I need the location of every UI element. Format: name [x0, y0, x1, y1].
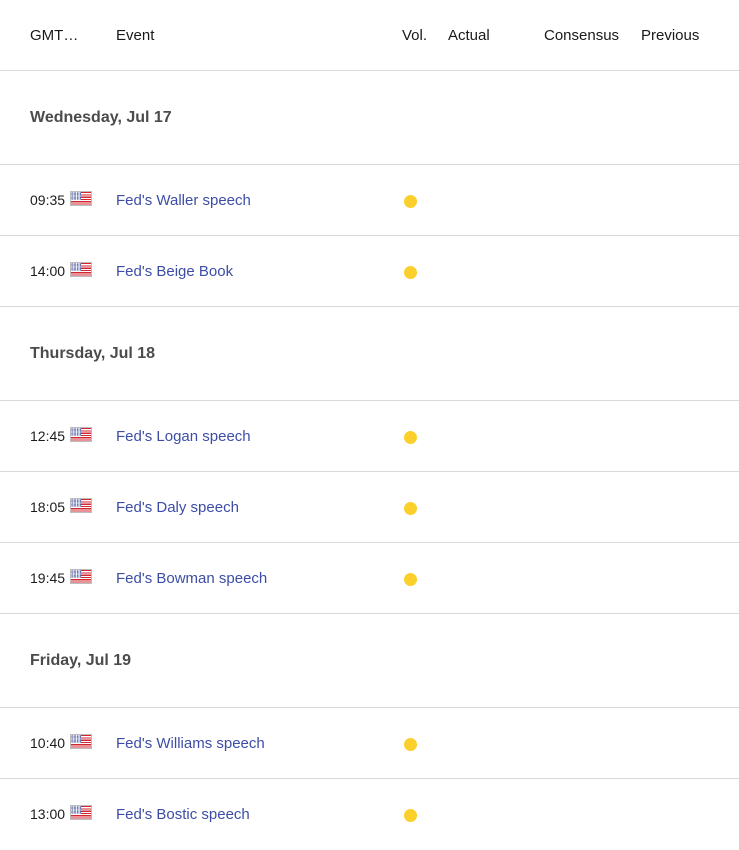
column-header-actual[interactable]: Actual: [448, 26, 490, 45]
event-time: 19:45: [30, 570, 66, 586]
date-group-header: Thursday, Jul 18: [0, 307, 739, 401]
column-header-event[interactable]: Event: [116, 26, 154, 45]
calendar-body: Wednesday, Jul 17 09:35 Fed's Waller speec…: [0, 71, 739, 850]
event-time: 09:35: [30, 192, 66, 208]
volatility-indicator-dot[interactable]: [404, 431, 417, 444]
volatility-indicator-dot[interactable]: [404, 195, 417, 208]
date-group-label: Friday, Jul 19: [30, 652, 132, 669]
calendar-event-row[interactable]: 18:05 Fed's Daly speech: [0, 472, 739, 543]
economic-calendar: GMT… Event Vol. Actual Consensus Previou…: [0, 0, 739, 850]
date-group-label: Thursday, Jul 18: [30, 345, 156, 362]
date-group-header: Friday, Jul 19: [0, 614, 739, 708]
event-name-link[interactable]: Fed's Waller speech: [116, 191, 251, 210]
event-time: 14:00: [30, 263, 66, 279]
calendar-event-row[interactable]: 13:00 Fed's Bostic speech: [0, 779, 739, 850]
calendar-event-row[interactable]: 09:35 Fed's Waller speech: [0, 165, 739, 236]
volatility-indicator-dot[interactable]: [404, 738, 417, 751]
us-flag-icon: [70, 427, 92, 444]
volatility-indicator-dot[interactable]: [404, 266, 417, 279]
event-name-link[interactable]: Fed's Logan speech: [116, 427, 251, 446]
event-time: 12:45: [30, 428, 66, 444]
volatility-indicator-dot[interactable]: [404, 573, 417, 586]
event-time: 18:05: [30, 499, 66, 515]
column-header-previous[interactable]: Previous: [641, 26, 699, 45]
column-header-volatility[interactable]: Vol.: [402, 26, 427, 45]
column-header-time[interactable]: GMT…: [30, 26, 78, 45]
us-flag-icon: [70, 262, 92, 279]
volatility-indicator-dot[interactable]: [404, 502, 417, 515]
us-flag-icon: [70, 569, 92, 586]
calendar-event-row[interactable]: 19:45 Fed's Bowman speech: [0, 543, 739, 614]
event-name-link[interactable]: Fed's Bostic speech: [116, 805, 250, 824]
us-flag-icon: [70, 734, 92, 751]
calendar-header-row: GMT… Event Vol. Actual Consensus Previou…: [0, 0, 739, 71]
calendar-event-row[interactable]: 10:40 Fed's Williams speech: [0, 708, 739, 779]
date-group-label: Wednesday, Jul 17: [30, 109, 172, 126]
date-group-header: Wednesday, Jul 17: [0, 71, 739, 165]
us-flag-icon: [70, 191, 92, 208]
event-time: 13:00: [30, 806, 66, 822]
us-flag-icon: [70, 498, 92, 515]
event-name-link[interactable]: Fed's Williams speech: [116, 734, 265, 753]
column-header-consensus[interactable]: Consensus: [544, 26, 619, 45]
event-name-link[interactable]: Fed's Beige Book: [116, 262, 233, 281]
volatility-indicator-dot[interactable]: [404, 809, 417, 822]
us-flag-icon: [70, 805, 92, 822]
calendar-event-row[interactable]: 14:00 Fed's Beige Book: [0, 236, 739, 307]
event-name-link[interactable]: Fed's Daly speech: [116, 498, 239, 517]
calendar-event-row[interactable]: 12:45 Fed's Logan speech: [0, 401, 739, 472]
event-time: 10:40: [30, 735, 66, 751]
event-name-link[interactable]: Fed's Bowman speech: [116, 569, 267, 588]
